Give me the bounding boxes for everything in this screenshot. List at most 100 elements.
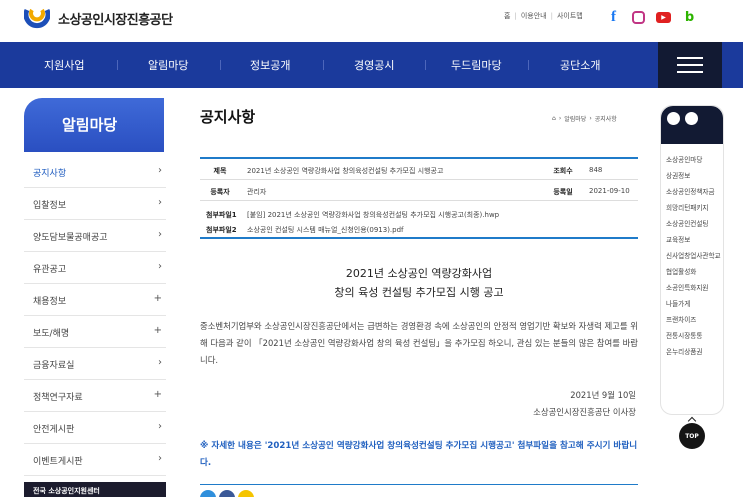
quick-menu-item[interactable]: 희망리턴패키지	[666, 204, 722, 213]
sns-links: f ▶ b	[606, 9, 697, 25]
gnb-divider	[117, 60, 118, 70]
subject-label: 제목	[213, 167, 227, 175]
sidebar-header: 알림마당	[24, 98, 164, 152]
sidebar-item-finance-data[interactable]: 금융자료실 ›	[24, 348, 166, 380]
kakao-share-icon[interactable]	[238, 490, 254, 497]
menu-list-icon[interactable]	[685, 112, 698, 125]
breadcrumb-item[interactable]: 공지사항	[595, 114, 617, 123]
sidebar-item-collateral-auction[interactable]: 양도담보물공매공고 ›	[24, 220, 166, 252]
sidebar-item-label: 안전게시판	[33, 425, 75, 435]
quick-menu-item[interactable]: 협업활성화	[666, 268, 722, 277]
quick-menu-item[interactable]: 나들가게	[666, 300, 722, 309]
quick-menu-list: 소상공인마당 상권정보 소상공인정책자금 희망리턴패키지 소상공인컨설팅 교육정…	[666, 156, 722, 364]
main-navigation: 지원사업 알림마당 정보공개 경영공시 두드림마당 공단소개	[0, 42, 743, 88]
home-link[interactable]: 홈	[504, 11, 510, 21]
content-divider	[200, 484, 638, 485]
sidebar-item-label: 이벤트게시판	[33, 457, 83, 467]
instagram-icon[interactable]	[632, 11, 645, 24]
post-body: 중소벤처기업부와 소상공인시장진흥공단에서는 급변하는 경영환경 속에 소상공인…	[200, 321, 638, 365]
scroll-top-button[interactable]: TOP	[679, 423, 705, 449]
breadcrumb: ⌂ › 알림마당 › 공지사항	[552, 114, 617, 123]
sidebar-item-related-notice[interactable]: 유관공고 ›	[24, 252, 166, 284]
facebook-icon[interactable]: f	[606, 9, 621, 25]
gnb-item-dodream[interactable]: 두드림마당	[451, 57, 502, 73]
sidebar-title: 알림마당	[62, 116, 118, 134]
views-label: 조회수	[553, 167, 573, 175]
gnb-item-disclosure[interactable]: 정보공개	[250, 57, 290, 73]
gnb-item-support[interactable]: 지원사업	[44, 57, 84, 73]
breadcrumb-item[interactable]: 알림마당	[564, 114, 586, 123]
support-center-banner[interactable]: 전국 소상공인지원센터	[24, 482, 166, 497]
quick-menu-item[interactable]: 신사업창업사관학교	[666, 252, 722, 261]
file2-label: 첨부파일2	[206, 226, 237, 234]
chevron-right-icon: ›	[158, 453, 162, 464]
home-icon[interactable]: ⌂	[552, 115, 556, 122]
sidebar-item-bid[interactable]: 입찰정보 ›	[24, 188, 166, 220]
chevron-right-icon: ›	[158, 421, 162, 432]
guide-link[interactable]: 이용안내	[521, 11, 547, 21]
gnb-item-notice[interactable]: 알림마당	[148, 57, 188, 73]
hamburger-line	[677, 57, 703, 59]
date-value: 2021-09-10	[589, 187, 630, 195]
quick-menu-item[interactable]: 프랜차이즈	[666, 316, 722, 325]
chevron-right-icon: ›	[158, 165, 162, 176]
sidebar-item-event-board[interactable]: 이벤트게시판 ›	[24, 444, 166, 476]
utility-links: 홈 | 이용안내 | 사이트맵	[500, 11, 587, 21]
facebook-share-icon[interactable]	[219, 490, 235, 497]
all-menu-button[interactable]	[658, 42, 722, 88]
sidebar-item-label: 채용정보	[33, 297, 67, 307]
sidebar-menu: 공지사항 › 입찰정보 › 양도담보물공매공고 › 유관공고 › 채용정보 + 보도/해명…	[24, 156, 166, 476]
gnb-item-management[interactable]: 경영공시	[354, 57, 394, 73]
post-heading-line: 2021년 소상공인 역량강화사업	[345, 267, 493, 280]
quick-menu-item[interactable]: 교육정보	[666, 236, 722, 245]
plus-icon: +	[153, 389, 162, 400]
quick-menu-item[interactable]: 소상공인정책자금	[666, 188, 722, 197]
attachment-notice: ※ 자세한 내용은 '2021년 소상공인 역량강화사업 창의육성컨설팅 추가모…	[200, 441, 638, 468]
logo-text: 소상공인시장진흥공단	[58, 12, 173, 28]
file1-link[interactable]: [붙임] 2021년 소상공인 역량강화사업 창의육성컨설팅 추가모집 시행공고…	[247, 210, 499, 220]
sidebar-item-press[interactable]: 보도/해명 +	[24, 316, 166, 348]
quick-menu-item[interactable]: 상권정보	[666, 172, 722, 181]
post-heading-line: 창의 육성 컨설팅 추가모집 시행 공고	[334, 286, 504, 299]
signature-org: 소상공인시장진흥공단 이사장	[533, 407, 636, 417]
site-logo[interactable]: 소상공인시장진흥공단	[23, 5, 173, 31]
sidebar-item-safety-board[interactable]: 안전게시판 ›	[24, 412, 166, 444]
sidebar-item-label: 정책연구자료	[33, 393, 83, 403]
sitemap-link[interactable]: 사이트맵	[557, 11, 583, 21]
quick-menu: 소상공인마당 상권정보 소상공인정책자금 희망리턴패키지 소상공인컨설팅 교육정…	[660, 105, 724, 415]
sidebar-item-recruit[interactable]: 채용정보 +	[24, 284, 166, 316]
subject-value: 2021년 소상공인 역량강화사업 창의육성컨설팅 추가모집 시행공고	[247, 167, 444, 175]
sidebar-item-notice[interactable]: 공지사항 ›	[24, 156, 166, 188]
post-heading: 2021년 소상공인 역량강화사업 창의 육성 컨설팅 추가모집 시행 공고	[200, 264, 638, 302]
sidebar-item-label: 금융자료실	[33, 361, 75, 371]
logo-mark-icon	[23, 5, 51, 31]
gnb-divider	[425, 60, 426, 70]
blog-icon[interactable]: b	[682, 10, 697, 25]
quick-menu-item[interactable]: 소상공인마당	[666, 156, 722, 165]
quick-menu-item[interactable]: 전통시장통통	[666, 332, 722, 341]
share-icon[interactable]	[200, 490, 216, 497]
date-label: 등록일	[553, 188, 573, 196]
views-value: 848	[589, 166, 603, 174]
chevron-right-icon: ›	[158, 357, 162, 368]
gnb-divider	[528, 60, 529, 70]
sidebar-item-label: 공지사항	[33, 169, 67, 179]
file2-link[interactable]: 소상공인 컨설팅 시스템 매뉴얼_신청인용(0913).pdf	[247, 225, 404, 235]
top-bar: 소상공인시장진흥공단 홈 | 이용안내 | 사이트맵 f ▶ b	[0, 0, 743, 42]
sidebar-item-policy-research[interactable]: 정책연구자료 +	[24, 380, 166, 412]
table-row: 제목 2021년 소상공인 역량강화사업 창의육성컨설팅 추가모집 시행공고 조…	[200, 159, 638, 180]
gnb-divider	[323, 60, 324, 70]
page-title: 공지사항	[200, 108, 256, 126]
chevron-right-icon: ›	[158, 197, 162, 208]
quick-menu-header	[661, 106, 723, 144]
table-row: 등록자 관리자 등록일 2021-09-10	[200, 180, 638, 201]
quick-menu-item[interactable]: 온누리상품권	[666, 348, 722, 357]
chat-icon[interactable]	[667, 112, 680, 125]
youtube-icon[interactable]: ▶	[656, 12, 671, 23]
quick-menu-item[interactable]: 소상공인컨설팅	[666, 220, 722, 229]
quick-menu-item[interactable]: 소공인특화지원	[666, 284, 722, 293]
gnb-item-about[interactable]: 공단소개	[560, 57, 600, 73]
sidebar-item-label: 보도/해명	[33, 329, 70, 339]
plus-icon: +	[153, 293, 162, 304]
post-signature: 2021년 9월 10일 소상공인시장진흥공단 이사장	[533, 387, 636, 421]
